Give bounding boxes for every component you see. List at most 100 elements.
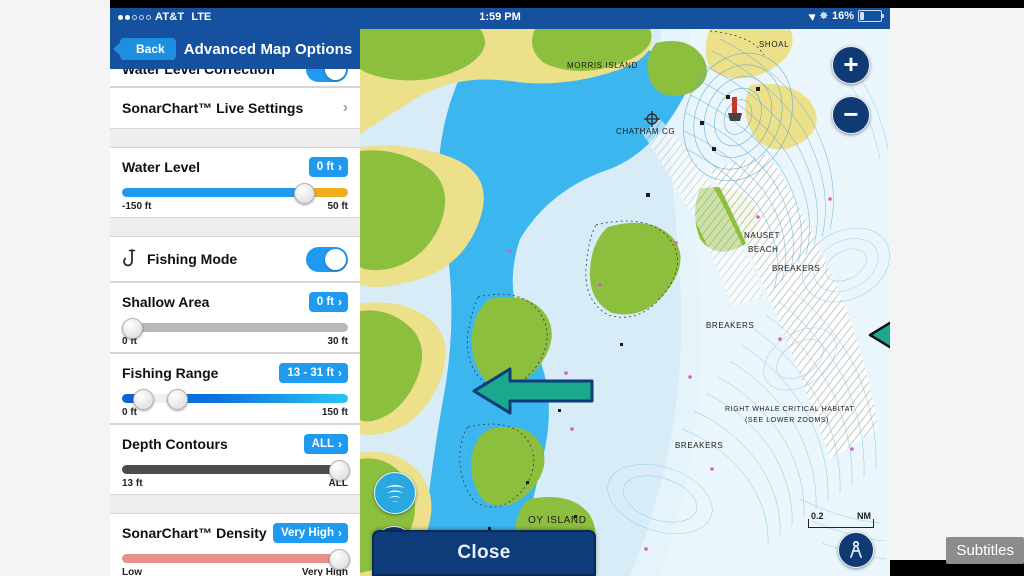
row-shallow-area[interactable]: Shallow Area 0 ft › 0 ft 30 ft bbox=[110, 282, 360, 353]
advanced-map-options-panel: Water Level Correction SonarChart™ Live … bbox=[110, 29, 360, 576]
compass-divider-button[interactable] bbox=[838, 532, 874, 568]
row-fishing-mode[interactable]: Fishing Mode bbox=[110, 236, 360, 282]
sonar-waves-icon bbox=[383, 482, 407, 504]
slider-max-label: 150 ft bbox=[322, 407, 348, 418]
chevron-right-icon: › bbox=[343, 99, 348, 117]
row-label-with-icon: Fishing Mode bbox=[122, 249, 237, 269]
battery-percent-label: 16% bbox=[832, 10, 854, 22]
row-sonarchart-density[interactable]: SonarChart™ Density Very High › Low Very… bbox=[110, 513, 360, 576]
slider-track bbox=[122, 554, 348, 563]
slider-min-label: 0 ft bbox=[122, 407, 137, 418]
panel-section-gap bbox=[110, 495, 360, 513]
zoom-in-button[interactable]: + bbox=[832, 46, 870, 84]
shallow-area-slider[interactable]: 0 ft 30 ft bbox=[110, 321, 360, 352]
letterbox-left bbox=[0, 0, 110, 576]
location-arrow-icon bbox=[808, 11, 818, 21]
slider-ticks: -150 ft 50 ft bbox=[122, 201, 348, 212]
chevron-right-icon: › bbox=[338, 160, 342, 174]
annotation-arrow-left-inner bbox=[472, 366, 594, 416]
panel-header: Back Advanced Map Options bbox=[110, 29, 360, 69]
scale-bar: 0.2 NM bbox=[808, 511, 874, 528]
shallow-area-badge[interactable]: 0 ft › bbox=[309, 292, 348, 312]
page-title: Advanced Map Options bbox=[184, 41, 353, 58]
row-label: Fishing Mode bbox=[147, 251, 237, 267]
close-button[interactable]: Close bbox=[372, 530, 596, 576]
badge-value: 13 - 31 ft bbox=[287, 367, 334, 379]
slider-min-label: -150 ft bbox=[122, 201, 151, 212]
slider-ticks: 0 ft 150 ft bbox=[122, 407, 348, 418]
status-bar-right: ✸ 16% bbox=[810, 10, 882, 22]
badge-value: Very High bbox=[281, 527, 334, 539]
map-label: CHATHAM CG bbox=[616, 127, 675, 136]
letterbox-corner-tr bbox=[890, 0, 1024, 8]
chevron-right-icon: › bbox=[338, 437, 342, 451]
subtitles-button[interactable]: Subtitles bbox=[946, 537, 1024, 564]
fishing-mode-toggle[interactable] bbox=[306, 247, 348, 272]
slider-thumb[interactable] bbox=[294, 183, 315, 204]
map-label: BREAKERS bbox=[772, 264, 820, 273]
water-level-badge[interactable]: 0 ft › bbox=[309, 157, 348, 177]
back-button[interactable]: Back bbox=[120, 38, 176, 60]
fishing-range-slider[interactable]: 0 ft 150 ft bbox=[110, 392, 360, 423]
chevron-right-icon: › bbox=[338, 526, 342, 540]
row-label: Shallow Area bbox=[122, 294, 209, 310]
row-sonarchart-live-settings[interactable]: SonarChart™ Live Settings › bbox=[110, 87, 360, 129]
row-label: SonarChart™ Density bbox=[122, 525, 267, 541]
scale-bar-rule bbox=[808, 519, 874, 528]
screenshot-stage: AT&T LTE 1:59 PM ✸ 16% bbox=[0, 0, 1024, 576]
map-label: BREAKERS bbox=[675, 441, 723, 450]
map-label: (SEE LOWER ZOOMS) bbox=[745, 417, 829, 424]
fishing-range-badge[interactable]: 13 - 31 ft › bbox=[279, 363, 348, 383]
zoom-out-button[interactable]: − bbox=[832, 96, 870, 134]
slider-thumb[interactable] bbox=[122, 318, 143, 339]
chart-vector-canvas bbox=[360, 29, 890, 576]
map-label: BEACH bbox=[748, 245, 779, 254]
row-water-level[interactable]: Water Level 0 ft › -150 ft 50 ft bbox=[110, 147, 360, 218]
clock-label: 1:59 PM bbox=[110, 11, 890, 23]
slider-thumb[interactable] bbox=[329, 460, 350, 481]
slider-ticks: 13 ft ALL bbox=[122, 478, 348, 489]
map-label: MORRIS ISLAND bbox=[567, 61, 638, 70]
panel-section-gap bbox=[110, 218, 360, 236]
slider-track bbox=[122, 465, 348, 474]
battery-icon bbox=[858, 10, 882, 22]
map-label: OY ISLAND bbox=[528, 515, 587, 526]
depth-contours-badge[interactable]: ALL › bbox=[304, 434, 348, 454]
slider-track bbox=[122, 323, 348, 332]
slider-ticks: 0 ft 30 ft bbox=[122, 336, 348, 347]
letterbox-right bbox=[890, 0, 1024, 576]
chevron-right-icon: › bbox=[338, 295, 342, 309]
map-label: NAUSET bbox=[744, 231, 780, 240]
row-label: Depth Contours bbox=[122, 436, 228, 452]
slider-track bbox=[122, 188, 348, 197]
annotation-arrow-left-outer bbox=[868, 310, 890, 360]
badge-value: ALL bbox=[312, 438, 334, 450]
row-label: Fishing Range bbox=[122, 365, 218, 381]
compass-divider-icon bbox=[846, 540, 866, 560]
map-label: BREAKERS bbox=[706, 321, 754, 330]
ipad-screen: AT&T LTE 1:59 PM ✸ 16% bbox=[110, 8, 890, 576]
row-fishing-range[interactable]: Fishing Range 13 - 31 ft › 0 ft bbox=[110, 353, 360, 424]
slider-max-label: 50 ft bbox=[327, 201, 348, 212]
sonarchart-density-slider[interactable]: Low Very High bbox=[110, 552, 360, 576]
map-label: RIGHT WHALE CRITICAL HABITAT bbox=[725, 406, 854, 413]
fish-hook-icon bbox=[122, 249, 138, 269]
water-level-slider[interactable]: -150 ft 50 ft bbox=[110, 186, 360, 217]
slider-thumb[interactable] bbox=[329, 549, 350, 570]
panel-section-gap bbox=[110, 129, 360, 147]
chevron-right-icon: › bbox=[338, 366, 342, 380]
sonar-layer-button[interactable] bbox=[374, 472, 416, 514]
panel-scroll-area[interactable]: Water Level Correction SonarChart™ Live … bbox=[110, 29, 360, 576]
nautical-chart-map[interactable]: MORRIS ISLAND SHOAL CHATHAM CG NAUSET BE… bbox=[360, 29, 890, 576]
depth-contours-slider[interactable]: 13 ft ALL bbox=[110, 463, 360, 494]
row-depth-contours[interactable]: Depth Contours ALL › 13 ft ALL bbox=[110, 424, 360, 495]
slider-max-label: 30 ft bbox=[327, 336, 348, 347]
slider-ticks: Low Very High bbox=[122, 567, 348, 576]
badge-value: 0 ft bbox=[317, 296, 334, 308]
row-label: Water Level bbox=[122, 159, 200, 175]
bluetooth-icon: ✸ bbox=[820, 11, 828, 22]
status-bar: AT&T LTE 1:59 PM ✸ 16% bbox=[110, 8, 890, 29]
row-label: SonarChart™ Live Settings bbox=[122, 100, 303, 116]
sonarchart-density-badge[interactable]: Very High › bbox=[273, 523, 348, 543]
slider-min-label: Low bbox=[122, 567, 142, 576]
